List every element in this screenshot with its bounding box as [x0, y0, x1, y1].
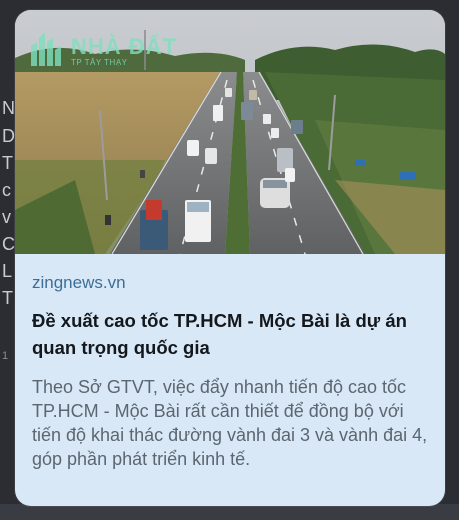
bg-letter: D	[2, 126, 15, 146]
link-preview-card[interactable]: NHÀ ĐẤT TP TÂY THẠY zingnews.vn Đề xuất …	[15, 10, 445, 506]
watermark-title: NHÀ ĐẤT	[71, 34, 177, 59]
building-logo-icon	[31, 32, 61, 66]
source-domain: zingnews.vn	[32, 273, 126, 292]
bg-letter: T	[2, 153, 13, 173]
bottom-bar	[0, 504, 459, 520]
article-image[interactable]: NHÀ ĐẤT TP TÂY THẠY	[15, 10, 445, 254]
bg-letter: T	[2, 288, 13, 308]
article-headline[interactable]: Đề xuất cao tốc TP.HCM - Mộc Bài là dự á…	[32, 307, 429, 361]
bg-letter: N	[2, 98, 15, 118]
article-summary: Theo Sở GTVT, việc đẩy nhanh tiến độ cao…	[32, 377, 428, 469]
bg-letter: v	[2, 207, 11, 227]
bg-meta: 1	[2, 350, 9, 362]
bg-letter: c	[2, 180, 11, 200]
bg-letter: L	[2, 261, 13, 281]
card-body: zingnews.vn Đề xuất cao tốc TP.HCM - Mộc…	[15, 254, 445, 471]
bg-letter: C	[2, 234, 15, 254]
watermark: NHÀ ĐẤT TP TÂY THẠY	[27, 28, 177, 68]
